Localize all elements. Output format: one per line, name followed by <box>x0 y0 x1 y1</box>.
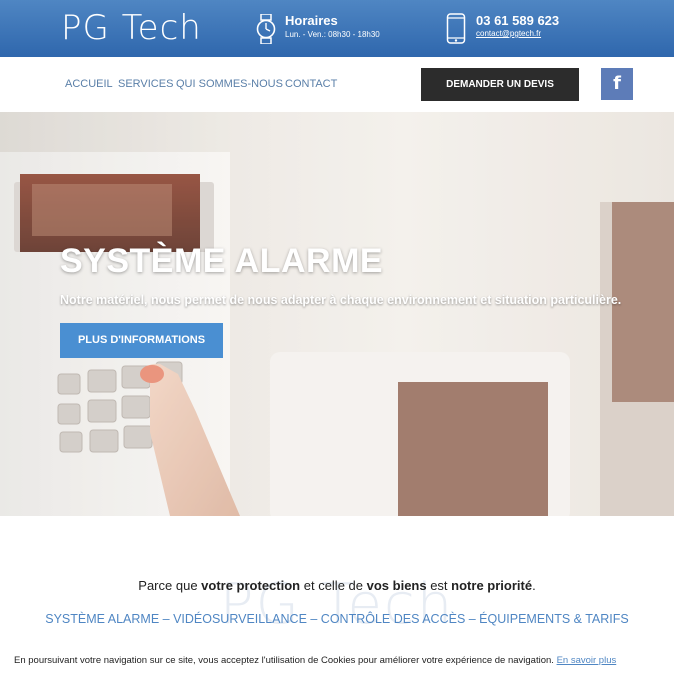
top-header-bar: PG Tech Horaires Lun. - Ven.: 08h30 - 18… <box>0 0 674 57</box>
tagline: Parce que votre protection et celle de v… <box>0 578 674 593</box>
more-info-button[interactable]: PLUS D'INFORMATIONS <box>60 323 223 358</box>
cookie-learn-more-link[interactable]: En savoir plus <box>557 655 617 666</box>
cookie-notice: En poursuivant votre navigation sur ce s… <box>14 655 616 666</box>
tagline-emphasis: vos biens <box>366 578 427 593</box>
site-logo[interactable]: PG Tech <box>61 8 202 48</box>
main-navigation: ACCUEIL SERVICES QUI SOMMES-NOUS CONTACT… <box>0 57 674 112</box>
hero-title: SYSTÈME ALARME <box>60 242 384 280</box>
hero-banner: SYSTÈME ALARME Notre matériel, nous perm… <box>0 112 674 516</box>
email-link[interactable]: contact@pgtech.fr <box>476 29 541 38</box>
cookie-text: En poursuivant votre navigation sur ce s… <box>14 655 554 666</box>
hero-subtitle: Notre matériel, nous permet de nous adap… <box>60 293 622 307</box>
services-links[interactable]: SYSTÈME ALARME – VIDÉOSURVEILLANCE – CON… <box>0 612 674 626</box>
nav-item-accueil[interactable]: ACCUEIL <box>65 78 113 90</box>
hero-background-illustration <box>0 112 674 516</box>
nav-item-contact[interactable]: CONTACT <box>285 78 337 90</box>
tagline-text: et celle de <box>300 578 367 593</box>
hours-title: Horaires <box>285 13 338 28</box>
tagline-emphasis: notre priorité <box>451 578 533 593</box>
phone-number[interactable]: 03 61 589 623 <box>476 13 559 28</box>
tagline-emphasis: votre protection <box>201 578 301 593</box>
tagline-text: Parce que <box>138 578 202 593</box>
request-quote-button[interactable]: DEMANDER UN DEVIS <box>421 68 579 101</box>
hours-text: Lun. - Ven.: 08h30 - 18h30 <box>285 30 380 39</box>
tagline-text: . <box>532 578 536 593</box>
phone-icon <box>446 13 466 44</box>
facebook-icon[interactable]: f <box>601 68 633 100</box>
watch-icon <box>256 14 276 44</box>
tagline-text: est <box>426 578 452 593</box>
nav-item-qui-sommes-nous[interactable]: QUI SOMMES-NOUS <box>176 78 283 90</box>
nav-item-services[interactable]: SERVICES <box>118 78 173 90</box>
